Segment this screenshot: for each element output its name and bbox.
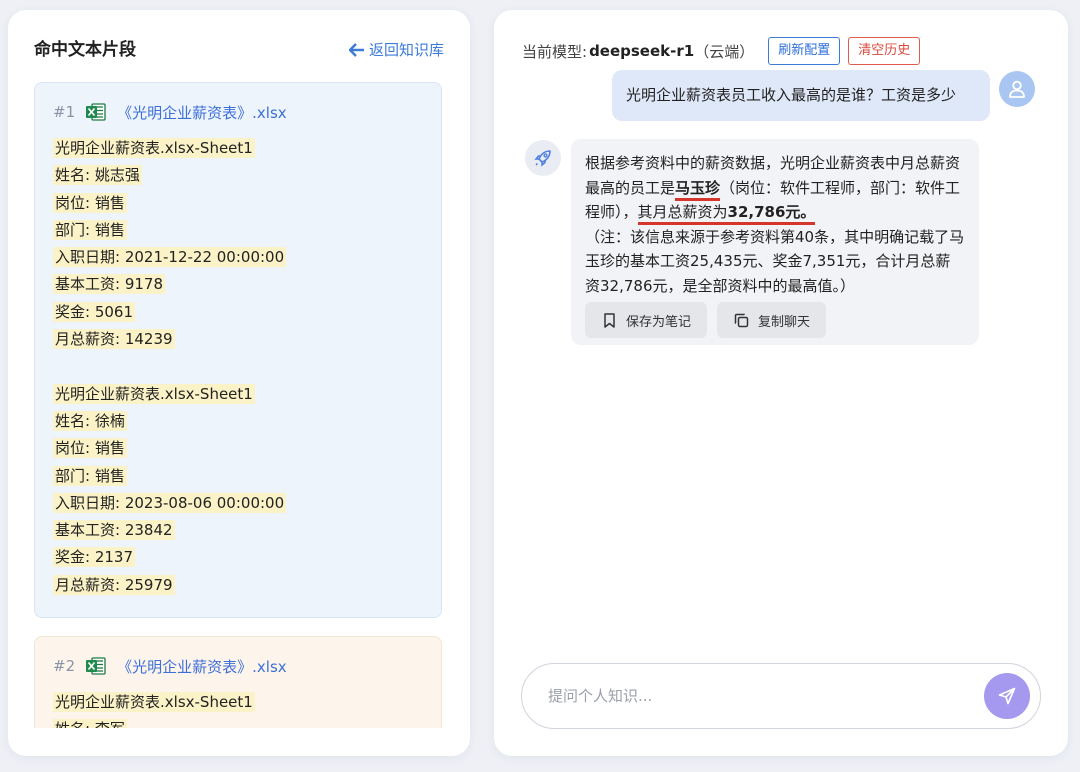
message-actions: 保存为笔记 复制聊天 xyxy=(585,302,965,338)
snippet-line-text: 基本工资: 23842 xyxy=(53,520,175,541)
chat-panel: 当前模型: deepseek-r1 （云端） 刷新配置 清空历史 光明企业薪资表… xyxy=(494,10,1068,756)
snippet-line: 岗位: 销售 xyxy=(53,435,423,462)
answer-note: （注：该信息来源于参考资料第40条，其中明确记载了马玉珍的基本工资25,435元… xyxy=(585,227,965,295)
snippet-line-text: 姓名: 李军 xyxy=(53,719,127,728)
snippet-line-text: 奖金: 2137 xyxy=(53,547,135,568)
snippet-file-link[interactable]: 《光明企业薪资表》.xlsx xyxy=(117,102,287,123)
save-as-note-button[interactable]: 保存为笔记 xyxy=(585,302,708,338)
back-link-label: 返回知识库 xyxy=(368,41,444,59)
snippet-line-text: 光明企业薪资表.xlsx-Sheet1 xyxy=(53,383,255,404)
model-bar: 当前模型: deepseek-r1 （云端） 刷新配置 清空历史 xyxy=(522,37,921,65)
snippet-line-text: 姓名: 徐楠 xyxy=(53,410,127,431)
send-icon xyxy=(998,687,1016,705)
snippet-line: 光明企业薪资表.xlsx-Sheet1 xyxy=(53,689,423,716)
user-message: 光明企业薪资表员工收入最高的是谁？工资是多少 xyxy=(612,70,990,121)
snippet-line: 入职日期: 2021-12-22 00:00:00 xyxy=(53,244,423,271)
clear-history-button[interactable]: 清空历史 xyxy=(848,37,921,65)
assistant-message-text: 根据参考资料中的薪资数据，光明企业薪资表中月总薪资最高的员工是马玉珍（岗位：软件… xyxy=(585,151,965,298)
snippet-card-header: #2 《光明企业薪资表》.xlsx xyxy=(53,655,423,677)
answer-salary-phrase: 其月总薪资为32,786元。 xyxy=(637,203,816,225)
refresh-config-button[interactable]: 刷新配置 xyxy=(768,37,841,65)
snippet-line: 姓名: 李军 xyxy=(53,716,423,728)
snippet-card: #2 《光明企业薪资表》.xlsx 光明企业薪资表.xlsx-Sheet1 姓名: 李… xyxy=(34,636,442,728)
snippet-line-text: 月总薪资: 25979 xyxy=(53,574,175,595)
snippet-card: #1 《光明企业薪资表》.xlsx 光明企业薪资表.xlsx-Sheet1 姓名: 姚… xyxy=(34,82,442,619)
snippet-line: 基本工资: 23842 xyxy=(53,517,423,544)
snippet-line-text: 奖金: 5061 xyxy=(53,301,135,322)
copy-icon xyxy=(734,313,749,327)
snippet-line-text: 光明企业薪资表.xlsx-Sheet1 xyxy=(53,692,255,713)
snippet-line: 月总薪资: 25979 xyxy=(53,572,423,599)
model-suffix: （云端） xyxy=(694,42,755,61)
copy-chat-label: 复制聊天 xyxy=(758,314,811,330)
snippet-line: 月总薪资: 14239 xyxy=(53,326,423,353)
snippet-line-text: 姓名: 姚志强 xyxy=(53,165,142,186)
user-icon xyxy=(1009,80,1025,98)
snippet-line: 奖金: 2137 xyxy=(53,544,423,571)
snippet-line: 部门: 销售 xyxy=(53,463,423,490)
excel-file-icon xyxy=(86,657,106,675)
send-button[interactable] xyxy=(984,673,1030,719)
snippet-line: 基本工资: 9178 xyxy=(53,271,423,298)
snippet-line-text: 入职日期: 2023-08-06 00:00:00 xyxy=(53,492,287,513)
model-label: 当前模型: xyxy=(522,42,588,61)
snippet-number: #2 xyxy=(53,657,76,676)
snippet-line-text: 岗位: 销售 xyxy=(53,192,127,213)
chat-input-box xyxy=(521,663,1041,729)
snippet-line: 光明企业薪资表.xlsx-Sheet1 xyxy=(53,135,423,162)
arrow-left-icon xyxy=(348,43,364,57)
assistant-avatar xyxy=(525,140,561,176)
snippet-line-text: 部门: 销售 xyxy=(53,219,127,240)
snippet-card-header: #1 《光明企业薪资表》.xlsx xyxy=(53,101,423,123)
answer-employee-name: 马玉珍 xyxy=(675,178,721,201)
rocket-icon xyxy=(534,150,551,167)
snippet-line-text: 岗位: 销售 xyxy=(53,438,127,459)
chat-input[interactable] xyxy=(548,664,978,728)
answer-amount: 32,786元。 xyxy=(727,203,816,221)
snippet-list[interactable]: #1 《光明企业薪资表》.xlsx 光明企业薪资表.xlsx-Sheet1 姓名: 姚… xyxy=(34,82,444,728)
snippet-line-text: 入职日期: 2021-12-22 00:00:00 xyxy=(53,247,287,268)
assistant-message: 根据参考资料中的薪资数据，光明企业薪资表中月总薪资最高的员工是马玉珍（岗位：软件… xyxy=(571,139,979,345)
snippet-line: 姓名: 徐楠 xyxy=(53,408,423,435)
snippet-line-text: 光明企业薪资表.xlsx-Sheet1 xyxy=(53,138,255,158)
snippet-line-text: 月总薪资: 14239 xyxy=(53,329,175,350)
back-to-knowledge-base-link[interactable]: 返回知识库 xyxy=(348,38,444,62)
user-avatar xyxy=(999,71,1035,107)
knowledge-snippets-panel: 命中文本片段 返回知识库 #1 《光明企业薪资表》.xlsx 光明企业薪资表.xls… xyxy=(8,10,470,756)
snippet-line: 奖金: 5061 xyxy=(53,299,423,326)
left-panel-header: 命中文本片段 返回知识库 xyxy=(34,38,444,62)
bookmark-icon xyxy=(604,312,615,328)
snippet-line: 入职日期: 2023-08-06 00:00:00 xyxy=(53,490,423,517)
copy-chat-button[interactable]: 复制聊天 xyxy=(717,302,827,338)
save-as-note-label: 保存为笔记 xyxy=(626,314,692,330)
snippet-file-link[interactable]: 《光明企业薪资表》.xlsx xyxy=(117,656,287,677)
snippet-line-text: 部门: 销售 xyxy=(53,465,127,486)
snippet-line: 光明企业薪资表.xlsx-Sheet1 xyxy=(53,381,423,408)
snippet-line: 部门: 销售 xyxy=(53,217,423,244)
model-name: deepseek-r1 xyxy=(589,42,695,60)
snippet-line: 岗位: 销售 xyxy=(53,190,423,217)
snippet-number: #1 xyxy=(53,103,76,121)
answer-part-3: 其月总薪资为 xyxy=(637,203,728,221)
snippet-line-text: 基本工资: 9178 xyxy=(53,274,165,295)
snippet-line: 姓名: 姚志强 xyxy=(53,162,423,189)
excel-file-icon xyxy=(86,103,106,121)
